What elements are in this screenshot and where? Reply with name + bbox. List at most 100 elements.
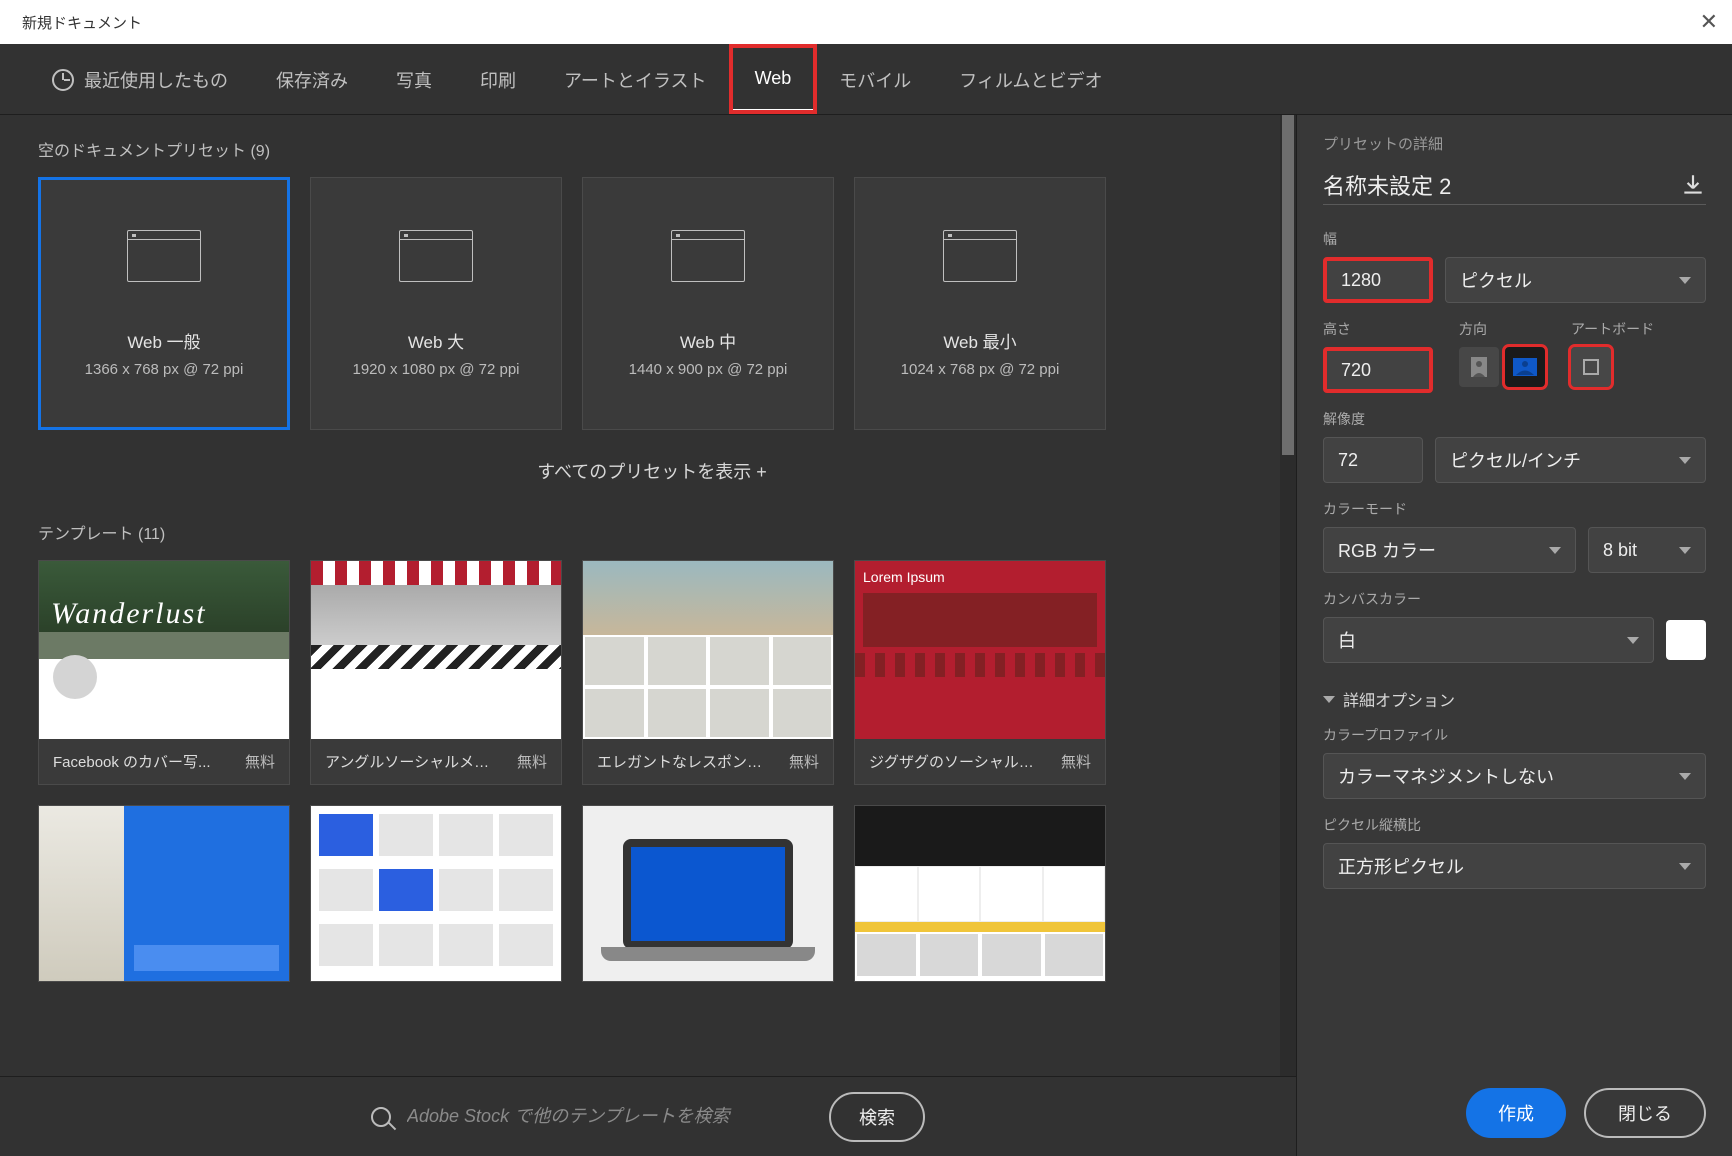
chevron-down-icon <box>1679 277 1691 284</box>
tab-label: 印刷 <box>480 67 516 93</box>
chevron-down-icon <box>1627 637 1639 644</box>
preset-card-web-large[interactable]: Web 大 1920 x 1080 px @ 72 ppi <box>310 177 562 430</box>
close-icon[interactable]: ✕ <box>1700 11 1718 33</box>
resolution-label: 解像度 <box>1323 409 1706 429</box>
preset-dim: 1024 x 768 px @ 72 ppi <box>901 361 1060 378</box>
preset-card-web-min[interactable]: Web 最小 1024 x 768 px @ 72 ppi <box>854 177 1106 430</box>
tab-label: 写真 <box>396 67 432 93</box>
template-card[interactable] <box>854 805 1106 982</box>
scrollbar-thumb[interactable] <box>1282 115 1294 455</box>
titlebar: 新規ドキュメント ✕ <box>0 0 1732 44</box>
templates-heading-text: テンプレート <box>38 526 134 543</box>
templates-heading: テンプレート (11) <box>38 520 1266 544</box>
pixel-ratio-select[interactable]: 正方形ピクセル <box>1323 843 1706 889</box>
unit-value: ピクセル <box>1460 267 1532 293</box>
tab-label: Web <box>755 68 792 89</box>
bit-depth-value: 8 bit <box>1603 540 1637 561</box>
save-preset-icon[interactable] <box>1680 172 1706 198</box>
stock-search-input[interactable] <box>407 1106 811 1127</box>
chevron-down-icon <box>1679 457 1691 464</box>
stock-search-button[interactable]: 検索 <box>829 1092 925 1142</box>
clock-icon <box>52 69 74 91</box>
canvas-color-swatch[interactable] <box>1666 620 1706 660</box>
template-thumb: Lorem Ipsum <box>855 561 1105 739</box>
template-thumb <box>39 806 289 981</box>
advanced-options-toggle[interactable]: 詳細オプション <box>1323 687 1706 711</box>
canvas-color-select[interactable]: 白 <box>1323 617 1654 663</box>
template-thumb <box>39 561 289 739</box>
tab-video[interactable]: フィルムとビデオ <box>935 45 1126 113</box>
resolution-input[interactable]: 72 <box>1323 437 1423 483</box>
tab-saved[interactable]: 保存済み <box>252 45 372 113</box>
preset-name: Web 最小 <box>943 328 1016 353</box>
template-thumb <box>583 806 833 981</box>
chevron-down-icon <box>1323 696 1335 703</box>
tab-photo[interactable]: 写真 <box>372 45 456 113</box>
color-mode-select[interactable]: RGB カラー <box>1323 527 1576 573</box>
search-icon <box>371 1107 391 1127</box>
document-icon <box>671 230 745 282</box>
artboard-toggle[interactable] <box>1571 347 1611 387</box>
template-card[interactable]: アングルソーシャルメデ...無料 <box>310 560 562 785</box>
bit-depth-select[interactable]: 8 bit <box>1588 527 1706 573</box>
document-name-input[interactable] <box>1323 172 1633 198</box>
height-label: 高さ <box>1323 319 1433 339</box>
width-input[interactable]: 1280 <box>1323 257 1433 303</box>
tab-print[interactable]: 印刷 <box>456 45 540 113</box>
templates-grid-row2 <box>38 805 1266 982</box>
preset-details-panel: プリセットの詳細 幅 1280 ピクセル 高さ 720 <box>1296 114 1732 1156</box>
create-button[interactable]: 作成 <box>1466 1088 1566 1138</box>
height-input[interactable]: 720 <box>1323 347 1433 393</box>
color-profile-value: カラーマネジメントしない <box>1338 763 1554 789</box>
tab-label: 保存済み <box>276 67 348 93</box>
template-name: エレガントなレスポンシ... <box>597 751 767 772</box>
color-profile-label: カラープロファイル <box>1323 725 1706 745</box>
unit-select[interactable]: ピクセル <box>1445 257 1706 303</box>
chevron-down-icon <box>1679 863 1691 870</box>
close-button[interactable]: 閉じる <box>1584 1088 1706 1138</box>
template-thumb <box>855 806 1105 981</box>
template-card[interactable] <box>310 805 562 982</box>
template-thumb <box>311 561 561 739</box>
orientation-portrait-button[interactable] <box>1459 347 1499 387</box>
template-thumb <box>311 806 561 981</box>
template-card[interactable]: エレガントなレスポンシ... 無料 <box>582 560 834 785</box>
color-profile-select[interactable]: カラーマネジメントしない <box>1323 753 1706 799</box>
template-card[interactable]: Lorem Ipsum ジグザグのソーシャルメ...無料 <box>854 560 1106 785</box>
scrollbar[interactable] <box>1280 115 1296 1076</box>
chevron-down-icon <box>1679 547 1691 554</box>
preset-dim: 1366 x 768 px @ 72 ppi <box>85 361 244 378</box>
template-card[interactable] <box>38 805 290 982</box>
presets-row: Web 一般 1366 x 768 px @ 72 ppi Web 大 1920… <box>38 177 1266 430</box>
templates-count: (11) <box>138 526 165 543</box>
presets-heading: 空のドキュメントプリセット (9) <box>38 137 1266 161</box>
template-price: 無料 <box>245 751 275 772</box>
resolution-unit-select[interactable]: ピクセル/インチ <box>1435 437 1706 483</box>
artboard-label: アートボード <box>1571 319 1654 339</box>
advanced-label: 詳細オプション <box>1343 687 1455 711</box>
template-card[interactable]: Facebook のカバー写...無料 <box>38 560 290 785</box>
tab-art[interactable]: アートとイラスト <box>540 45 731 113</box>
template-price: 無料 <box>789 751 819 772</box>
template-card[interactable] <box>582 805 834 982</box>
pixel-ratio-label: ピクセル縦横比 <box>1323 815 1706 835</box>
tab-web[interactable]: Web <box>731 46 816 112</box>
template-price: 無料 <box>517 751 547 772</box>
presets-heading-text: 空のドキュメントプリセット <box>38 143 246 160</box>
chevron-down-icon <box>1549 547 1561 554</box>
tab-recent[interactable]: 最近使用したもの <box>28 45 252 113</box>
canvas-color-value: 白 <box>1338 627 1356 653</box>
orientation-landscape-button[interactable] <box>1505 347 1545 387</box>
category-tabs: 最近使用したもの 保存済み 写真 印刷 アートとイラスト Web モバイル フィ… <box>0 44 1732 114</box>
show-all-presets-link[interactable]: すべてのプリセットを表示 + <box>38 458 1266 484</box>
tab-mobile[interactable]: モバイル <box>815 45 935 113</box>
canvas-color-label: カンバスカラー <box>1323 589 1706 609</box>
document-icon <box>399 230 473 282</box>
document-icon <box>127 230 201 282</box>
width-label: 幅 <box>1323 229 1706 249</box>
preset-name: Web 大 <box>408 328 464 353</box>
tab-label: アートとイラスト <box>564 67 707 93</box>
preset-card-web-medium[interactable]: Web 中 1440 x 900 px @ 72 ppi <box>582 177 834 430</box>
preset-card-web-common[interactable]: Web 一般 1366 x 768 px @ 72 ppi <box>38 177 290 430</box>
template-price: 無料 <box>1061 751 1091 772</box>
